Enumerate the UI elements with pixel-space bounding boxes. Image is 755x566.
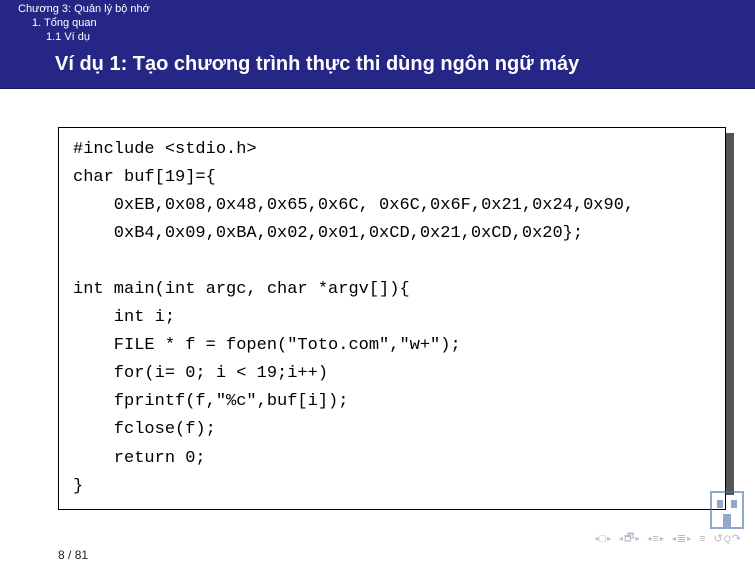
code-line: 0xB4,0x09,0xBA,0x02,0x01,0xCD,0x21,0xCD,… bbox=[73, 224, 583, 243]
code-line: fclose(f); bbox=[73, 420, 216, 439]
page-total: 81 bbox=[75, 548, 88, 562]
code-line: char buf[19]={ bbox=[73, 168, 216, 187]
page-sep: / bbox=[65, 548, 75, 562]
nav-back-icon[interactable]: ◂≡▸ bbox=[645, 533, 665, 545]
code-line: return 0; bbox=[73, 449, 206, 468]
code-line: 0xEB,0x08,0x48,0x65,0x6C, 0x6C,0x6F,0x21… bbox=[73, 196, 634, 215]
chapter-label: Chương 3: Quản lý bộ nhớ bbox=[0, 3, 755, 15]
nav-forward-icon[interactable]: ◂≣▸ bbox=[670, 532, 693, 545]
code-line: for(i= 0; i < 19;i++) bbox=[73, 364, 328, 383]
breadcrumb-header: Chương 3: Quản lý bộ nhớ 1. Tổng quan 1.… bbox=[0, 0, 755, 45]
code-line: int main(int argc, char *argv[]){ bbox=[73, 280, 410, 299]
content-area: #include <stdio.h> char buf[19]={ 0xEB,0… bbox=[0, 89, 755, 510]
section-label: 1. Tổng quan bbox=[0, 15, 755, 29]
page-number: 8 / 81 bbox=[58, 548, 88, 566]
university-logo bbox=[707, 484, 747, 534]
nav-section-icon[interactable]: ≡ bbox=[697, 533, 707, 545]
slide-title: Ví dụ 1: Tạo chương trình thực thi dùng … bbox=[0, 45, 755, 89]
page-current: 8 bbox=[58, 548, 65, 562]
code-line: FILE * f = fopen("Toto.com","w+"); bbox=[73, 336, 461, 355]
code-line: int i; bbox=[73, 308, 175, 327]
subsection-label: 1.1 Ví dụ bbox=[0, 29, 755, 43]
code-line: fprintf(f,"%c",buf[i]); bbox=[73, 392, 348, 411]
code-block: #include <stdio.h> char buf[19]={ 0xEB,0… bbox=[58, 127, 726, 510]
code-line: #include <stdio.h> bbox=[73, 140, 257, 159]
code-line: } bbox=[73, 477, 83, 496]
nav-prev-icon[interactable]: ◂🗗▸ bbox=[617, 529, 641, 548]
nav-first-icon[interactable]: ◂□▸ bbox=[592, 533, 613, 545]
